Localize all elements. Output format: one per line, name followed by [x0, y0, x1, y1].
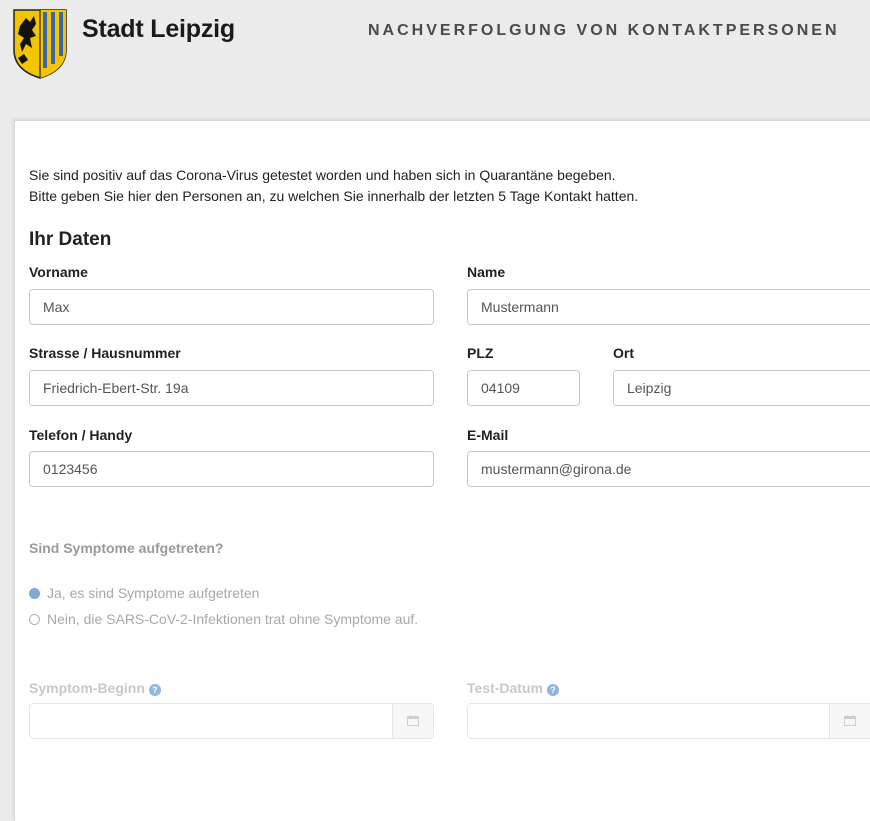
intro-line-1: Sie sind positiv auf das Corona-Virus ge… — [29, 167, 616, 183]
email-label: E-Mail — [467, 427, 509, 443]
leipzig-coat-of-arms-icon — [13, 9, 67, 79]
radio-no-label: Nein, die SARS-CoV-2-Infektionen trat oh… — [47, 611, 419, 627]
calendar-icon — [407, 715, 419, 726]
radio-yes-label: Ja, es sind Symptome aufgetreten — [47, 585, 260, 601]
plz-label: PLZ — [467, 345, 494, 361]
site-header: Stadt Leipzig NACHVERFOLGUNG VON KONTAKT… — [0, 0, 870, 120]
page-title: NACHVERFOLGUNG VON KONTAKTPERSONEN — [368, 22, 840, 39]
radio-unselected-icon[interactable] — [29, 614, 40, 625]
name-input[interactable] — [467, 289, 870, 325]
symptom-beginn-label: Symptom-Beginn? — [29, 680, 161, 696]
ort-label: Ort — [613, 345, 634, 361]
symptom-beginn-input[interactable] — [29, 703, 434, 739]
name-label: Name — [467, 264, 506, 280]
calendar-addon[interactable] — [829, 704, 870, 738]
plz-input[interactable] — [467, 370, 580, 406]
test-datum-label: Test-Datum? — [467, 680, 559, 696]
brand-name: Stadt Leipzig — [82, 15, 235, 43]
intro-text: Sie sind positiv auf das Corona-Virus ge… — [29, 165, 638, 207]
calendar-addon[interactable] — [392, 704, 433, 738]
question-circle-icon[interactable]: ? — [148, 684, 161, 696]
radio-selected-icon[interactable] — [29, 588, 40, 599]
strasse-input[interactable] — [29, 370, 434, 406]
vorname-label: Vorname — [29, 264, 88, 280]
telefon-input[interactable] — [29, 451, 434, 487]
test-datum-label-text: Test-Datum — [467, 680, 543, 696]
radio-option-yes[interactable]: Ja, es sind Symptome aufgetreten — [29, 584, 259, 602]
calendar-icon — [844, 715, 856, 726]
symptom-beginn-label-text: Symptom-Beginn — [29, 680, 145, 696]
section-title: Ihr Daten — [29, 229, 112, 250]
test-datum-input[interactable] — [467, 703, 870, 739]
email-input[interactable] — [467, 451, 870, 487]
vorname-input[interactable] — [29, 289, 434, 325]
strasse-label: Strasse / Hausnummer — [29, 345, 181, 361]
question-circle-icon[interactable]: ? — [546, 684, 559, 696]
radio-option-no[interactable]: Nein, die SARS-CoV-2-Infektionen trat oh… — [29, 610, 418, 628]
ort-input[interactable] — [613, 370, 870, 406]
intro-line-2: Bitte geben Sie hier den Personen an, zu… — [29, 188, 639, 204]
symptoms-question: Sind Symptome aufgetreten? — [29, 540, 224, 556]
telefon-label: Telefon / Handy — [29, 427, 133, 443]
